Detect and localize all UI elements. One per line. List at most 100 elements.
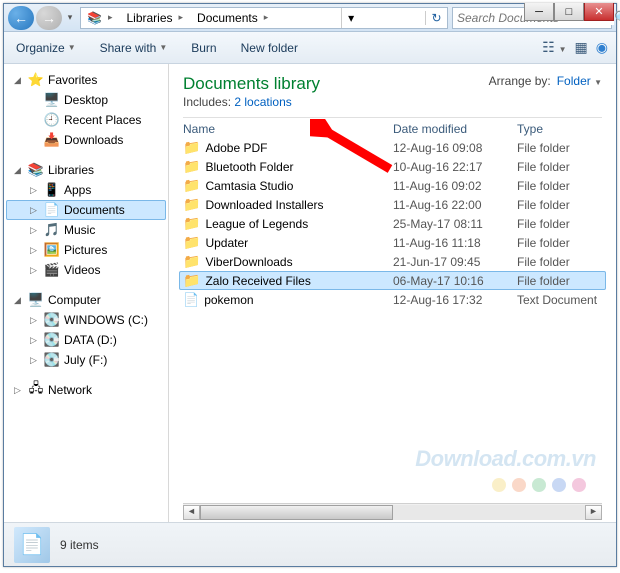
item-icon: 📥 [44, 132, 60, 148]
status-count: 9 items [60, 538, 99, 552]
breadcrumb-dropdown[interactable]: ▾ [341, 8, 360, 28]
tree-favorites[interactable]: ◢⭐Favorites [6, 70, 166, 90]
file-row[interactable]: 📁League of Legends25-May-17 08:11File fo… [179, 214, 606, 233]
tree-label: Downloads [64, 133, 123, 147]
file-type: File folder [517, 255, 602, 269]
breadcrumb[interactable]: 📚▸ Libraries▸ Documents▸ ▾ ↻ [80, 7, 448, 29]
scroll-track[interactable] [200, 505, 585, 520]
library-title: Documents library [183, 74, 320, 94]
burn-label: Burn [191, 41, 216, 55]
help-button[interactable]: ◉ [596, 39, 608, 56]
scroll-right-button[interactable]: ► [585, 505, 602, 520]
drive-icon: 💽 [44, 352, 60, 368]
tree-computer[interactable]: ◢🖥️Computer [6, 290, 166, 310]
minimize-button[interactable]: ─ [524, 3, 554, 21]
horizontal-scrollbar[interactable]: ◄ ► [183, 503, 602, 520]
refresh-button[interactable]: ↻ [425, 11, 447, 25]
dot [572, 478, 586, 492]
nav-back-button[interactable]: ← [8, 6, 34, 30]
folder-icon: 📁 [183, 215, 200, 232]
burn-button[interactable]: Burn [187, 38, 220, 58]
view-options-button[interactable]: ☷ ▼ [542, 39, 566, 56]
library-includes: Includes: 2 locations [183, 95, 320, 109]
tree-item-music[interactable]: ▷ 🎵 Music [6, 220, 166, 240]
arrange-label: Arrange by: [489, 74, 551, 88]
new-folder-button[interactable]: New folder [237, 38, 302, 58]
file-row[interactable]: 📁Updater11-Aug-16 11:18File folder [179, 233, 606, 252]
tree-item-desktop[interactable]: 🖥️Desktop [6, 90, 166, 110]
organize-label: Organize [16, 41, 65, 55]
nav-history-dropdown[interactable]: ▾ [64, 12, 76, 23]
column-name[interactable]: Name [183, 122, 393, 136]
expand-icon[interactable]: ▷ [30, 265, 40, 276]
organize-menu[interactable]: Organize▼ [12, 38, 80, 58]
tree-item-recent-places[interactable]: 🕘Recent Places [6, 110, 166, 130]
tree-item-drive[interactable]: ▷ 💽 July (F:) [6, 350, 166, 370]
file-row[interactable]: 📄pokemon12-Aug-16 17:32Text Document [179, 290, 606, 309]
folder-icon: 📁 [183, 177, 200, 194]
file-row[interactable]: 📁Bluetooth Folder10-Aug-16 22:17File fol… [179, 157, 606, 176]
content-area: ◢⭐Favorites 🖥️Desktop🕘Recent Places 📥 Down… [4, 64, 616, 522]
file-type: File folder [517, 179, 602, 193]
tree-item-apps[interactable]: ▷📱Apps [6, 180, 166, 200]
file-name: League of Legends [205, 217, 308, 231]
expand-icon[interactable]: ▷ [30, 185, 40, 196]
tree-item-documents[interactable]: ▷📄Documents [6, 200, 166, 220]
explorer-window: ← → ▾ 📚▸ Libraries▸ Documents▸ ▾ ↻ 🔍 Org… [3, 3, 617, 567]
folder-icon: 📁 [183, 158, 200, 175]
expand-icon[interactable]: ▷ [30, 315, 40, 326]
breadcrumb-libraries[interactable]: Libraries▸ [120, 8, 191, 28]
file-row[interactable]: 📁Downloaded Installers11-Aug-16 22:00Fil… [179, 195, 606, 214]
item-icon: 📄 [44, 202, 60, 218]
file-row[interactable]: 📁ViberDownloads21-Jun-17 09:45File folde… [179, 252, 606, 271]
library-header: Documents library Includes: 2 locations … [169, 64, 616, 113]
item-icon: 📱 [44, 182, 60, 198]
expand-icon[interactable]: ▷ [30, 245, 40, 256]
tree-libraries[interactable]: ◢📚Libraries [6, 160, 166, 180]
collapse-icon[interactable]: ◢ [14, 165, 24, 176]
breadcrumb-label: Libraries [126, 11, 172, 25]
nav-forward-button[interactable]: → [36, 6, 62, 30]
breadcrumb-root[interactable]: 📚▸ [81, 8, 120, 28]
expand-icon[interactable]: ▷ [14, 385, 24, 396]
file-date: 21-Jun-17 09:45 [393, 255, 517, 269]
dot [532, 478, 546, 492]
breadcrumb-documents[interactable]: Documents▸ [191, 8, 276, 28]
item-icon: 🎵 [44, 222, 60, 238]
file-date: 11-Aug-16 22:00 [393, 198, 517, 212]
column-headers: Name Date modified Type [169, 118, 616, 138]
tree-item-downloads[interactable]: 📥 Downloads [6, 130, 166, 150]
library-icon: 📚 [28, 162, 44, 178]
column-date[interactable]: Date modified [393, 122, 517, 136]
scroll-left-button[interactable]: ◄ [183, 505, 200, 520]
column-type[interactable]: Type [517, 122, 602, 136]
share-menu[interactable]: Share with▼ [96, 38, 172, 58]
toolbar: Organize▼ Share with▼ Burn New folder ☷ … [4, 32, 616, 64]
file-row[interactable]: 📁Adobe PDF12-Aug-16 09:08File folder [179, 138, 606, 157]
expand-icon[interactable]: ▷ [30, 205, 40, 216]
collapse-icon[interactable]: ◢ [14, 295, 24, 306]
folder-icon: 📁 [183, 253, 200, 270]
close-button[interactable]: ✕ [584, 3, 614, 21]
arrange-dropdown[interactable]: Folder ▼ [557, 74, 602, 88]
item-icon: 🕘 [44, 112, 60, 128]
expand-icon[interactable]: ▷ [30, 335, 40, 346]
file-row[interactable]: 📁Zalo Received Files06-May-17 10:16File … [179, 271, 606, 290]
maximize-button[interactable]: □ [554, 3, 584, 21]
item-icon: 🖼️ [44, 242, 60, 258]
file-row[interactable]: 📁Camtasia Studio11-Aug-16 09:02File fold… [179, 176, 606, 195]
scroll-thumb[interactable] [200, 505, 393, 520]
collapse-icon[interactable]: ◢ [14, 75, 24, 86]
tree-item-drive[interactable]: ▷💽DATA (D:) [6, 330, 166, 350]
expand-icon[interactable]: ▷ [30, 355, 40, 366]
file-type: File folder [517, 217, 602, 231]
tree-item-pictures[interactable]: ▷🖼️Pictures [6, 240, 166, 260]
expand-icon[interactable]: ▷ [30, 225, 40, 236]
tree-item-videos[interactable]: ▷🎬Videos [6, 260, 166, 280]
includes-link[interactable]: 2 locations [234, 95, 291, 109]
tree-label: July (F:) [64, 353, 107, 367]
preview-pane-button[interactable]: ▦ [575, 39, 588, 56]
tree-label: Music [64, 223, 95, 237]
tree-network[interactable]: ▷🖧Network [6, 380, 166, 400]
tree-item-drive[interactable]: ▷💽WINDOWS (C:) [6, 310, 166, 330]
